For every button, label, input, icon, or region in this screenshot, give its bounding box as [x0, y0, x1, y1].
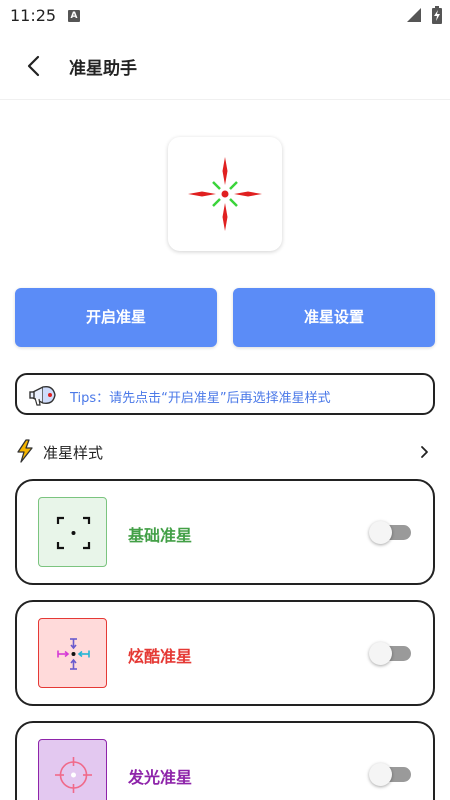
- style-name: 炫酷准星: [128, 647, 193, 666]
- chevron-right-icon[interactable]: [419, 442, 431, 462]
- arrow-crosshair-icon: [57, 638, 90, 670]
- style-card-basic[interactable]: 基础准星: [15, 479, 435, 585]
- crosshair-settings-button[interactable]: 准星设置: [233, 288, 435, 347]
- style-toggle[interactable]: [369, 642, 411, 665]
- battery-charging-icon: [432, 6, 442, 24]
- app-bar: 准星助手: [0, 32, 450, 100]
- section-title: 准星样式: [43, 444, 104, 462]
- style-name: 发光准星: [128, 768, 193, 787]
- tips-text: Tips：请先点击“开启准星”后再选择准星样式: [70, 391, 331, 406]
- cell-signal-icon: [407, 8, 421, 22]
- page-title: 准星助手: [69, 59, 137, 79]
- start-crosshair-button[interactable]: 开启准星: [15, 288, 217, 347]
- bracket-crosshair-icon: [56, 516, 91, 550]
- chevron-left-icon[interactable]: [20, 52, 48, 80]
- style-card-glow[interactable]: 发光准星: [15, 721, 435, 800]
- tips-banner: Tips：请先点击“开启准星”后再选择准星样式: [15, 373, 435, 415]
- crosshair-preview: [168, 137, 282, 251]
- style-toggle[interactable]: [369, 521, 411, 544]
- style-name: 基础准星: [128, 526, 193, 545]
- style-thumbnail: [38, 739, 107, 800]
- megaphone-icon: [29, 385, 56, 406]
- status-time: 11:25: [10, 6, 57, 25]
- notification-icon: A: [68, 10, 80, 22]
- lightning-bolt-icon: [17, 439, 33, 463]
- style-toggle[interactable]: [369, 763, 411, 786]
- style-thumbnail: [38, 497, 107, 567]
- crosshair-preview-icon: [188, 157, 262, 231]
- style-thumbnail: [38, 618, 107, 688]
- style-card-cool[interactable]: 炫酷准星: [15, 600, 435, 706]
- status-bar: 11:25 A: [0, 0, 450, 32]
- styles-section-header[interactable]: 准星样式: [15, 438, 435, 466]
- scope-crosshair-icon: [55, 757, 92, 793]
